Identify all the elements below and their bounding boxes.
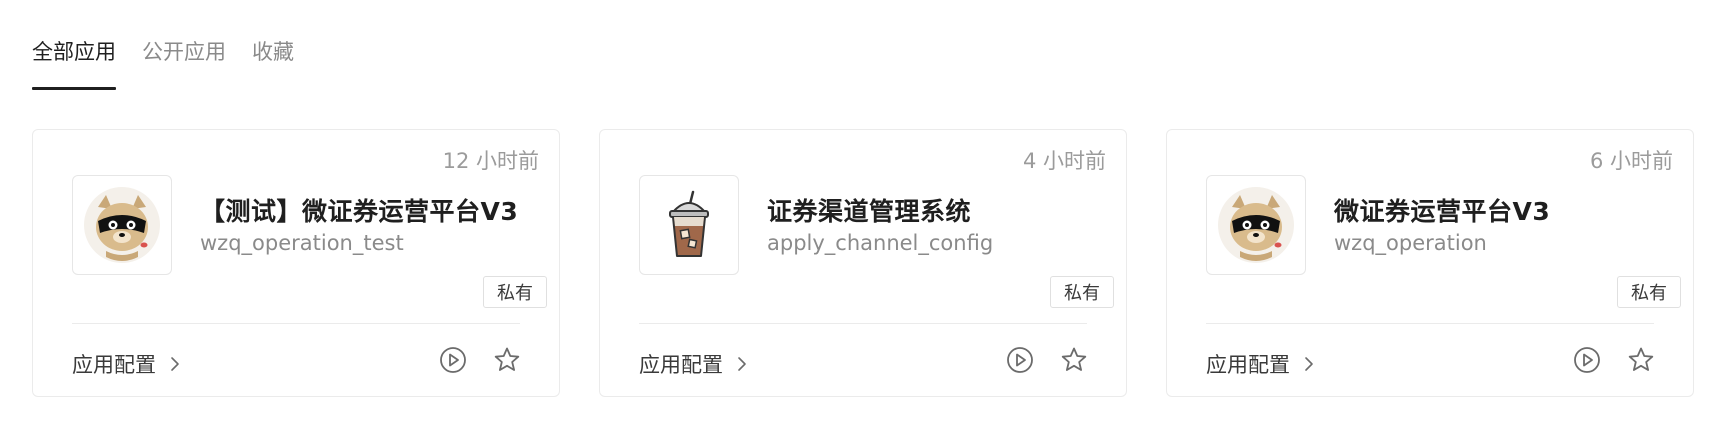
app-config-link[interactable]: 应用配置: [1206, 349, 1314, 379]
app-config-label: 应用配置: [72, 353, 156, 377]
app-avatar: [1206, 175, 1306, 275]
star-icon: [1628, 347, 1654, 371]
app-name[interactable]: 证券渠道管理系统: [767, 192, 971, 228]
app-name[interactable]: 微证券运营平台V3: [1334, 192, 1550, 228]
app-card[interactable]: 12 小时前 【测试】微证券运营平台V3 wzq_operation_test …: [32, 129, 560, 397]
chevron-right-icon: [1304, 356, 1314, 372]
play-button[interactable]: [1571, 344, 1603, 376]
visibility-badge: 私有: [1050, 276, 1114, 308]
updated-time: 6 小时前: [1589, 149, 1673, 173]
updated-time: 4 小时前: [1022, 149, 1106, 173]
raccoon-mascot-icon: [84, 187, 160, 263]
app-card-list: 12 小时前 【测试】微证券运营平台V3 wzq_operation_test …: [32, 129, 1694, 397]
favorite-button[interactable]: [1625, 344, 1657, 376]
divider: [72, 323, 520, 324]
star-icon: [1061, 347, 1087, 371]
card-actions: [437, 344, 523, 376]
card-actions: [1004, 344, 1090, 376]
play-circle-icon: [1007, 347, 1033, 373]
app-code: wzq_operation_test: [200, 231, 404, 255]
app-card[interactable]: 4 小时前 证券渠道管理系统 apply_channel_config 私有 应…: [599, 129, 1127, 397]
app-avatar: [639, 175, 739, 275]
play-button[interactable]: [1004, 344, 1036, 376]
visibility-badge: 私有: [1617, 276, 1681, 308]
star-icon: [494, 347, 520, 371]
chevron-right-icon: [737, 356, 747, 372]
iced-coffee-icon: [669, 190, 709, 257]
raccoon-mascot-icon: [1218, 187, 1294, 263]
play-button[interactable]: [437, 344, 469, 376]
divider: [1206, 323, 1654, 324]
updated-time: 12 小时前: [442, 149, 539, 173]
chevron-right-icon: [170, 356, 180, 372]
visibility-badge: 私有: [483, 276, 547, 308]
divider: [639, 323, 1087, 324]
app-config-link[interactable]: 应用配置: [639, 349, 747, 379]
app-config-label: 应用配置: [1206, 353, 1290, 377]
play-circle-icon: [1574, 347, 1600, 373]
tab-favorites[interactable]: 收藏: [252, 36, 294, 90]
tab-all-apps[interactable]: 全部应用: [32, 36, 116, 90]
app-config-link[interactable]: 应用配置: [72, 349, 180, 379]
app-card[interactable]: 6 小时前 微证券运营平台V3 wzq_operation 私有 应用配置: [1166, 129, 1694, 397]
app-code: apply_channel_config: [767, 231, 994, 255]
app-filter-tabs: 全部应用 公开应用 收藏: [32, 36, 320, 90]
app-config-label: 应用配置: [639, 353, 723, 377]
favorite-button[interactable]: [1058, 344, 1090, 376]
card-actions: [1571, 344, 1657, 376]
tab-public-apps[interactable]: 公开应用: [142, 36, 226, 90]
app-code: wzq_operation: [1334, 231, 1487, 255]
play-circle-icon: [440, 347, 466, 373]
favorite-button[interactable]: [491, 344, 523, 376]
app-avatar: [72, 175, 172, 275]
app-name[interactable]: 【测试】微证券运营平台V3: [200, 192, 518, 228]
